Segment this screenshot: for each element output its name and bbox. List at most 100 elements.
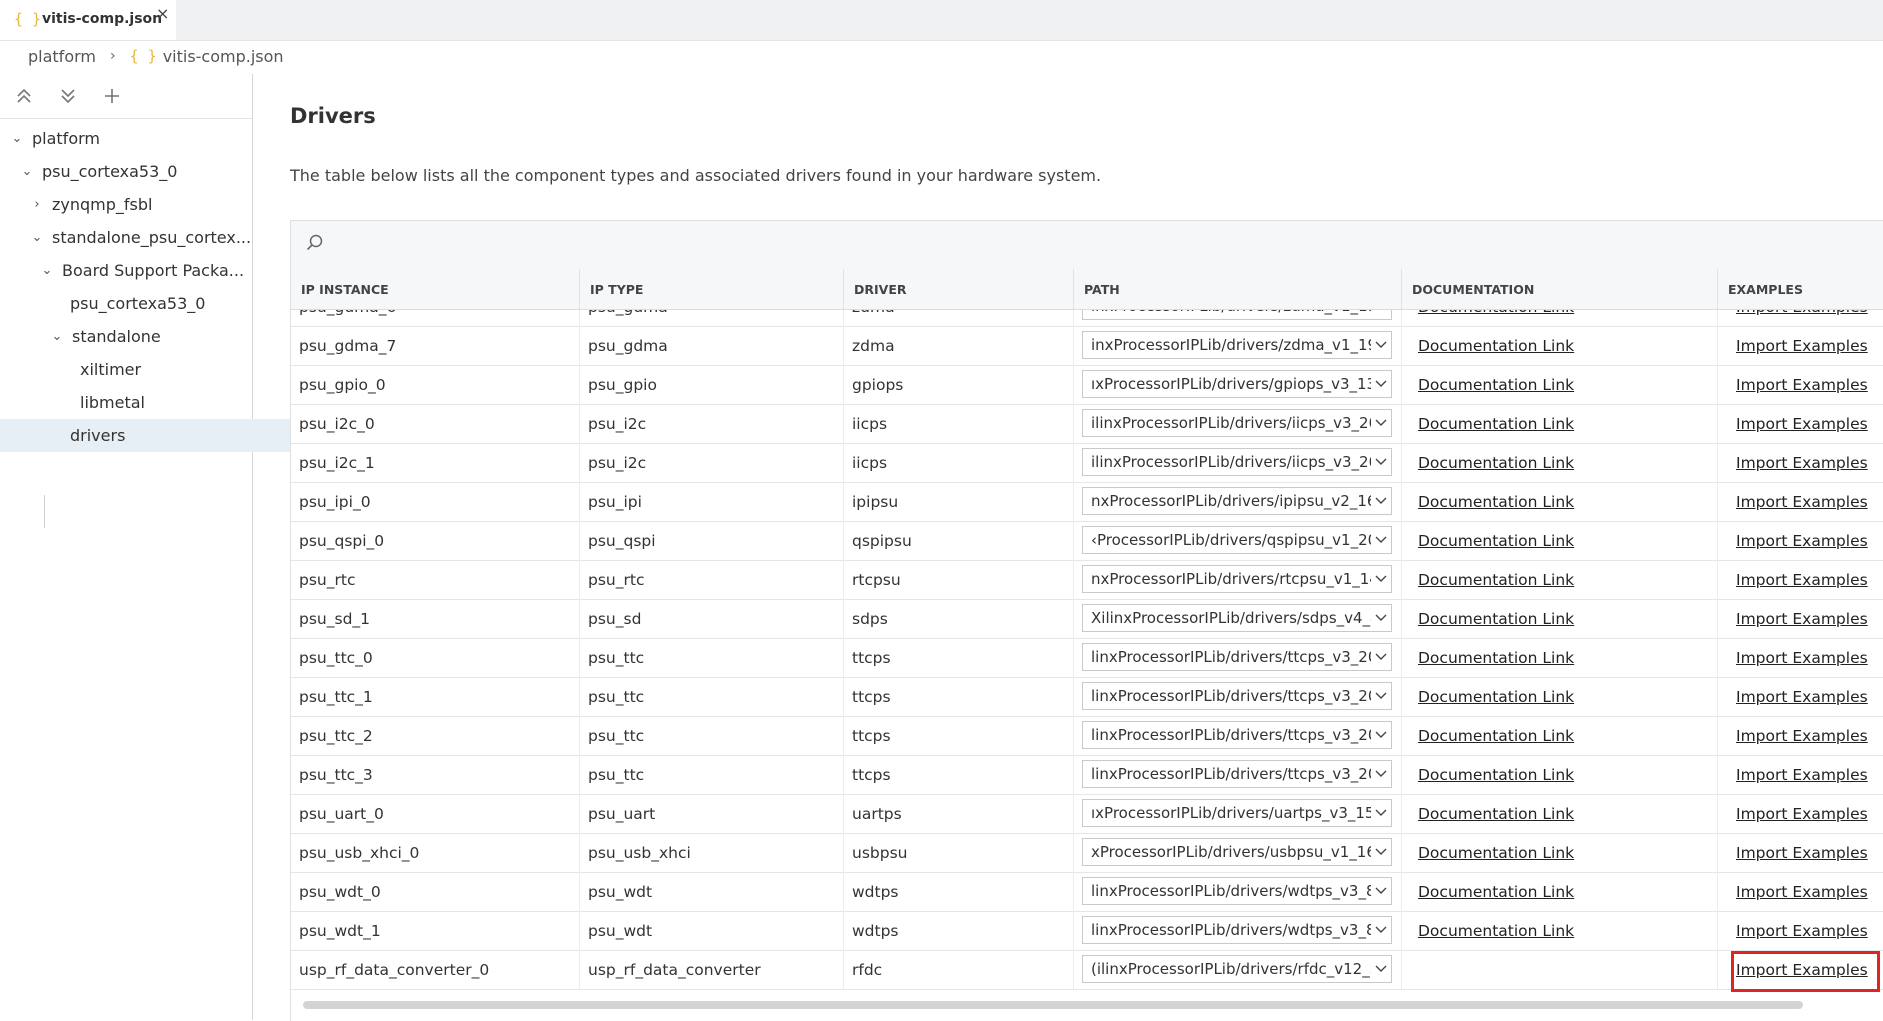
cell-ip-type: usp_rf_data_converter	[580, 950, 844, 989]
documentation-link[interactable]: Documentation Link	[1418, 649, 1574, 667]
close-icon[interactable]: ×	[156, 4, 169, 23]
path-select[interactable]: linxProcessorIPLib/drivers/ttcps_v3_20	[1082, 643, 1392, 671]
cell-ip-type: psu_qspi	[580, 521, 844, 560]
column-header-ip-instance[interactable]: IP INSTANCE	[291, 269, 580, 309]
documentation-link[interactable]: Documentation Link	[1418, 688, 1574, 706]
tab-vitis-comp-json[interactable]: { } vitis-comp.json ×	[0, 0, 176, 40]
documentation-link[interactable]: Documentation Link	[1418, 766, 1574, 784]
breadcrumb: platform › { } vitis-comp.json	[28, 42, 284, 70]
expand-all-button[interactable]	[54, 82, 82, 110]
cell-driver-text: ttcps	[852, 765, 891, 784]
tree-item-libmetal[interactable]: libmetal	[0, 386, 332, 419]
cell-driver-text: iicps	[852, 414, 888, 433]
documentation-link[interactable]: Documentation Link	[1418, 415, 1574, 433]
add-button[interactable]	[98, 82, 126, 110]
tree-item-platform[interactable]: ⌄ platform	[0, 122, 260, 155]
tree-item-standalone[interactable]: ⌄ standalone	[0, 320, 300, 353]
table-row: psu_ttc_1 psu_ttc ttcps linxProcessorIPLib/…	[291, 677, 1883, 717]
path-select[interactable]: ilinxProcessorIPLib/drivers/iicps_v3_20	[1082, 409, 1392, 437]
tree-item-xiltimer[interactable]: xiltimer	[0, 353, 332, 386]
import-examples-link[interactable]: Import Examples	[1736, 922, 1868, 940]
tree-item-board-support-package[interactable]: ⌄ Board Support Packa...	[0, 254, 290, 287]
import-examples-link[interactable]: Import Examples	[1736, 610, 1868, 628]
cell-driver: usbpsu	[844, 833, 1074, 872]
import-examples-link[interactable]: Import Examples	[1736, 766, 1868, 784]
documentation-link[interactable]: Documentation Link	[1418, 727, 1574, 745]
column-header-examples[interactable]: EXAMPLES	[1718, 269, 1883, 309]
path-select[interactable]: XilinxProcessorIPLib/drivers/sdps_v4_4	[1082, 604, 1392, 632]
path-select[interactable]: linxProcessorIPLib/drivers/wdtps_v3_8	[1082, 877, 1392, 905]
path-select[interactable]: ıxProcessorIPLib/drivers/gpiops_v3_13	[1082, 370, 1392, 398]
import-examples-link[interactable]: Import Examples	[1736, 649, 1868, 667]
import-examples-link[interactable]: Import Examples	[1736, 532, 1868, 550]
breadcrumb-platform[interactable]: platform	[28, 47, 96, 66]
breadcrumb-file[interactable]: vitis-comp.json	[163, 47, 284, 66]
cell-ip-type-text: psu_wdt	[588, 921, 653, 940]
documentation-link[interactable]: Documentation Link	[1418, 883, 1574, 901]
cell-ip-type-text: psu_ttc	[588, 648, 645, 667]
tree-item-zynqmp-fsbl[interactable]: › zynqmp_fsbl	[0, 188, 280, 221]
column-header-path[interactable]: PATH	[1074, 269, 1402, 309]
import-examples-link[interactable]: Import Examples	[1736, 415, 1868, 433]
documentation-link[interactable]: Documentation Link	[1418, 571, 1574, 589]
documentation-link[interactable]: Documentation Link	[1418, 337, 1574, 355]
documentation-link[interactable]: Documentation Link	[1418, 310, 1574, 316]
cell-documentation: Documentation Link	[1402, 872, 1718, 911]
path-select[interactable]: linxProcessorIPLib/drivers/ttcps_v3_20	[1082, 682, 1392, 710]
cell-documentation: Documentation Link	[1402, 716, 1718, 755]
tree-item-bsp-psu-cortexa53-0[interactable]: psu_cortexa53_0	[0, 287, 322, 320]
cell-examples: Import Examples	[1718, 482, 1883, 521]
tree-item-label: drivers	[70, 426, 126, 445]
path-select[interactable]: inxProcessorIPLib/drivers/zdma_v1_19	[1082, 331, 1392, 359]
path-select[interactable]: linxProcessorIPLib/drivers/wdtps_v3_8	[1082, 916, 1392, 944]
search-input[interactable]	[333, 229, 937, 261]
import-examples-link[interactable]: Import Examples	[1736, 337, 1868, 355]
path-value: linxProcessorIPLib/drivers/ttcps_v3_20	[1091, 765, 1371, 783]
documentation-link[interactable]: Documentation Link	[1418, 922, 1574, 940]
import-examples-link[interactable]: Import Examples	[1736, 727, 1868, 745]
path-select[interactable]: (ilinxProcessorIPLib/drivers/rfdc_v12_3	[1082, 955, 1392, 983]
path-select[interactable]: linxProcessorIPLib/drivers/ttcps_v3_20	[1082, 721, 1392, 749]
column-header-ip-type[interactable]: IP TYPE	[580, 269, 844, 309]
horizontal-scrollbar[interactable]	[303, 1001, 1803, 1009]
import-examples-link[interactable]: Import Examples	[1736, 844, 1868, 862]
path-value: ‹ProcessorIPLib/drivers/qspipsu_v1_20	[1091, 531, 1371, 549]
import-examples-link[interactable]: Import Examples	[1736, 310, 1868, 316]
documentation-link[interactable]: Documentation Link	[1418, 376, 1574, 394]
documentation-link[interactable]: Documentation Link	[1418, 493, 1574, 511]
tree-item-drivers[interactable]: drivers	[0, 419, 322, 452]
documentation-link[interactable]: Documentation Link	[1418, 610, 1574, 628]
collapse-all-button[interactable]	[10, 82, 38, 110]
import-examples-link[interactable]: Import Examples	[1736, 376, 1868, 394]
column-header-driver[interactable]: DRIVER	[844, 269, 1074, 309]
path-select[interactable]: xProcessorIPLib/drivers/usbpsu_v1_16	[1082, 838, 1392, 866]
path-select[interactable]: inxProcessorIPLib/drivers/zdma_v1_19	[1082, 310, 1392, 320]
documentation-link[interactable]: Documentation Link	[1418, 805, 1574, 823]
path-select[interactable]: ıxProcessorIPLib/drivers/uartps_v3_15	[1082, 799, 1392, 827]
column-header-documentation[interactable]: DOCUMENTATION	[1402, 269, 1718, 309]
path-select[interactable]: nxProcessorIPLib/drivers/ipipsu_v2_16	[1082, 487, 1392, 515]
cell-ip-type-text: psu_sd	[588, 609, 642, 628]
path-value: linxProcessorIPLib/drivers/wdtps_v3_8	[1091, 921, 1371, 939]
import-examples-link[interactable]: Import Examples	[1736, 571, 1868, 589]
import-examples-link[interactable]: Import Examples	[1736, 805, 1868, 823]
documentation-link[interactable]: Documentation Link	[1418, 532, 1574, 550]
cell-ip-type-text: psu_ipi	[588, 492, 642, 511]
path-select[interactable]: ‹ProcessorIPLib/drivers/qspipsu_v1_20	[1082, 526, 1392, 554]
cell-ip-type: psu_sd	[580, 599, 844, 638]
import-examples-link[interactable]: Import Examples	[1736, 961, 1868, 979]
import-examples-link[interactable]: Import Examples	[1736, 883, 1868, 901]
path-select[interactable]: ilinxProcessorIPLib/drivers/iicps_v3_20	[1082, 448, 1392, 476]
path-select[interactable]: nxProcessorIPLib/drivers/rtcpsu_v1_14	[1082, 565, 1392, 593]
path-select[interactable]: linxProcessorIPLib/drivers/ttcps_v3_20	[1082, 760, 1392, 788]
cell-path: inxProcessorIPLib/drivers/zdma_v1_19	[1074, 310, 1402, 326]
cell-ip-type-text: psu_gpio	[588, 375, 657, 394]
documentation-link[interactable]: Documentation Link	[1418, 454, 1574, 472]
documentation-link[interactable]: Documentation Link	[1418, 844, 1574, 862]
import-examples-link[interactable]: Import Examples	[1736, 454, 1868, 472]
tree-item-standalone-psu-cortex[interactable]: ⌄ standalone_psu_cortex...	[0, 221, 280, 254]
table-row: psu_ttc_2 psu_ttc ttcps linxProcessorIPLib/…	[291, 716, 1883, 756]
tree-item-psu-cortexa53-0[interactable]: ⌄ psu_cortexa53_0	[0, 155, 270, 188]
import-examples-link[interactable]: Import Examples	[1736, 493, 1868, 511]
import-examples-link[interactable]: Import Examples	[1736, 688, 1868, 706]
